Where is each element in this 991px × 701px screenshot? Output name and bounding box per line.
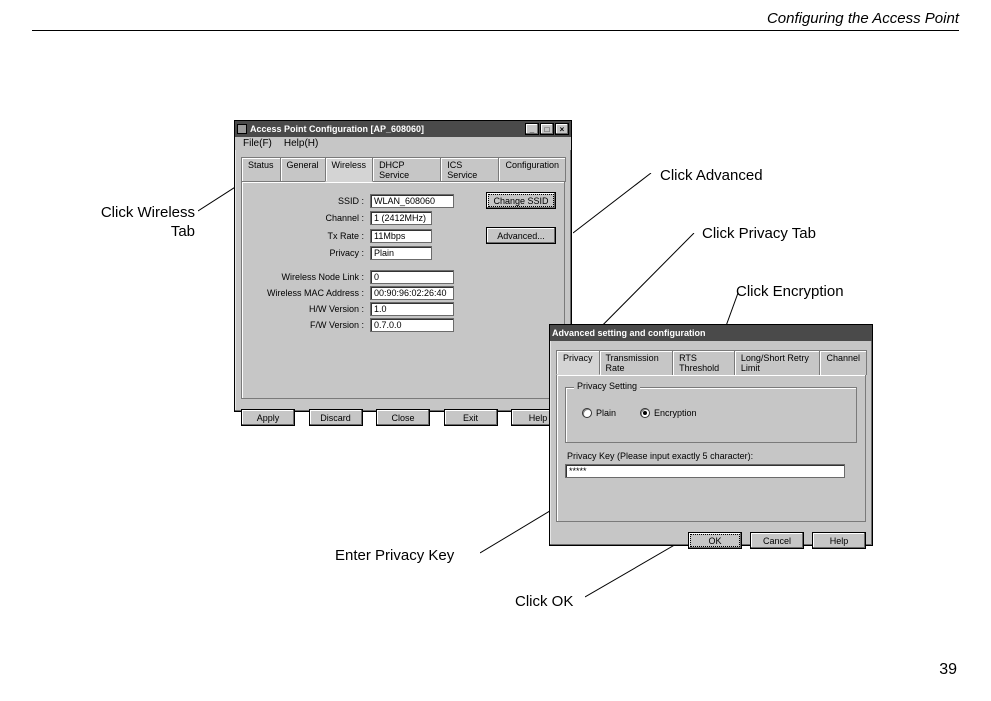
radio-encryption[interactable]: Encryption	[640, 408, 697, 418]
app-icon	[237, 124, 247, 134]
privacy-label: Privacy :	[250, 248, 370, 258]
callout-privacy-key: Enter Privacy Key	[335, 547, 454, 564]
adv-titlebar[interactable]: Advanced setting and configuration	[550, 325, 872, 341]
callout-advanced: Click Advanced	[660, 167, 763, 184]
discard-button[interactable]: Discard	[309, 409, 363, 426]
header-rule	[32, 30, 959, 31]
advanced-window: Advanced setting and configuration Priva…	[549, 324, 873, 546]
main-window-title: Access Point Configuration [AP_608060]	[250, 124, 424, 134]
minimize-button[interactable]: _	[525, 123, 539, 135]
tab-retry-limit[interactable]: Long/Short Retry Limit	[734, 350, 821, 375]
adv-tabstrip: Privacy Transmission Rate RTS Threshold …	[556, 349, 866, 374]
radio-encryption-label: Encryption	[654, 408, 697, 418]
menubar: File(F) Help(H)	[235, 137, 571, 150]
page-header-title: Configuring the Access Point	[767, 10, 959, 27]
privacy-setting-group: Privacy Setting Plain Encryption	[565, 387, 857, 443]
ssid-field[interactable]: WLAN_608060	[370, 194, 454, 208]
close-button[interactable]: ×	[555, 123, 569, 135]
advanced-button[interactable]: Advanced...	[486, 227, 556, 244]
nodelink-label: Wireless Node Link :	[250, 272, 370, 282]
fw-label: F/W Version :	[250, 320, 370, 330]
menu-file[interactable]: File(F)	[239, 138, 276, 149]
tab-channel[interactable]: Channel	[819, 350, 867, 375]
fw-field: 0.7.0.0	[370, 318, 454, 332]
exit-button[interactable]: Exit	[444, 409, 498, 426]
nodelink-field: 0	[370, 270, 454, 284]
tab-transmission-rate[interactable]: Transmission Rate	[599, 350, 674, 375]
close-button-bottom[interactable]: Close	[376, 409, 430, 426]
radio-plain[interactable]: Plain	[582, 408, 616, 418]
menu-help[interactable]: Help(H)	[280, 138, 322, 149]
mac-field: 00:90:96:02:26:40	[370, 286, 454, 300]
hw-field: 1.0	[370, 302, 454, 316]
txrate-label: Tx Rate :	[250, 231, 370, 241]
radio-plain-circle	[582, 408, 592, 418]
change-ssid-button[interactable]: Change SSID	[486, 192, 556, 209]
ok-button[interactable]: OK	[688, 532, 742, 549]
privacy-key-input[interactable]: *****	[565, 464, 845, 478]
radio-encryption-circle	[640, 408, 650, 418]
cancel-button[interactable]: Cancel	[750, 532, 804, 549]
callout-ok: Click OK	[515, 593, 573, 610]
main-titlebar[interactable]: Access Point Configuration [AP_608060] _…	[235, 121, 571, 137]
channel-field[interactable]: 1 (2412MHz)	[370, 211, 432, 225]
page-number: 39	[939, 661, 957, 679]
tab-wireless[interactable]: Wireless	[325, 157, 374, 182]
hw-label: H/W Version :	[250, 304, 370, 314]
txrate-field[interactable]: 11Mbps	[370, 229, 432, 243]
tab-configuration[interactable]: Configuration	[498, 157, 566, 182]
privacy-field: Plain	[370, 246, 432, 260]
privacy-group-legend: Privacy Setting	[574, 381, 640, 391]
tab-ics[interactable]: ICS Service	[440, 157, 499, 182]
main-window: Access Point Configuration [AP_608060] _…	[234, 120, 572, 412]
main-tabstrip: Status General Wireless DHCP Service ICS…	[241, 156, 565, 181]
leader-advanced	[573, 173, 663, 238]
privacy-panel: Privacy Setting Plain Encryption Privacy…	[556, 374, 866, 522]
adv-button-row: OK Cancel Help	[550, 528, 872, 555]
adv-window-title: Advanced setting and configuration	[552, 328, 706, 338]
radio-plain-label: Plain	[596, 408, 616, 418]
main-button-row: Apply Discard Close Exit Help	[235, 405, 571, 432]
mac-label: Wireless MAC Address :	[250, 288, 370, 298]
wireless-panel: SSID : WLAN_608060 Change SSID Channel :…	[241, 181, 565, 399]
tab-privacy[interactable]: Privacy	[556, 350, 600, 375]
tab-rts-threshold[interactable]: RTS Threshold	[672, 350, 735, 375]
callout-wireless-tab: Click Wireless Tab	[85, 204, 195, 242]
tab-general[interactable]: General	[280, 157, 326, 182]
apply-button[interactable]: Apply	[241, 409, 295, 426]
ssid-label: SSID :	[250, 196, 370, 206]
privacy-key-label: Privacy Key (Please input exactly 5 char…	[567, 451, 857, 461]
tab-dhcp[interactable]: DHCP Service	[372, 157, 441, 182]
callout-encryption: Click Encryption	[736, 283, 844, 300]
maximize-button[interactable]: □	[540, 123, 554, 135]
channel-label: Channel :	[250, 213, 370, 223]
tab-status[interactable]: Status	[241, 157, 281, 182]
help-button-adv[interactable]: Help	[812, 532, 866, 549]
callout-privacy-tab: Click Privacy Tab	[702, 225, 816, 242]
